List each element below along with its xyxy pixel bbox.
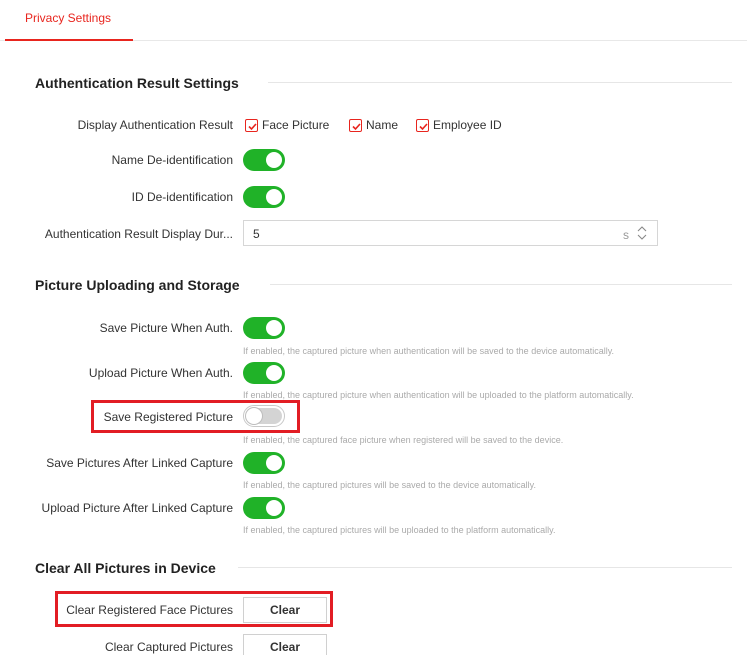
id-deid-toggle[interactable] xyxy=(243,186,285,208)
upload-picture-auth-hint: If enabled, the captured picture when au… xyxy=(243,390,634,400)
upload-linked-capture-hint: If enabled, the captured pictures will b… xyxy=(243,525,556,535)
toggle-knob xyxy=(266,189,282,205)
section-title-picture-uploading: Picture Uploading and Storage xyxy=(35,277,240,293)
tab-privacy-settings[interactable]: Privacy Settings xyxy=(5,0,133,41)
id-deid-label: ID De-identification xyxy=(131,190,233,204)
save-linked-capture-hint: If enabled, the captured pictures will b… xyxy=(243,480,537,490)
upload-picture-auth-label: Upload Picture When Auth. xyxy=(88,366,233,380)
save-linked-capture-toggle[interactable] xyxy=(243,452,285,474)
name-deid-label: Name De-identification xyxy=(111,153,233,167)
toggle-knob xyxy=(266,152,282,168)
toggle-knob xyxy=(266,365,282,381)
spinner-arrows-icon[interactable] xyxy=(636,223,648,243)
section-divider xyxy=(238,567,732,568)
checkbox-checked-icon xyxy=(245,118,258,132)
clear-captured-button[interactable]: Clear xyxy=(243,634,327,655)
checkbox-name[interactable]: Name xyxy=(349,118,398,132)
checkbox-employee-id[interactable]: Employee ID xyxy=(416,118,502,132)
upload-linked-capture-toggle[interactable] xyxy=(243,497,285,519)
section-title-authentication: Authentication Result Settings xyxy=(35,75,239,91)
display-duration-input[interactable]: 5 s xyxy=(243,220,658,246)
save-picture-auth-hint: If enabled, the captured picture when au… xyxy=(243,346,615,356)
upload-linked-capture-label: Upload Picture After Linked Capture xyxy=(41,501,233,515)
save-picture-auth-label: Save Picture When Auth. xyxy=(99,321,233,335)
display-auth-result-label: Display Authentication Result xyxy=(77,118,233,132)
highlight-box-save-registered xyxy=(91,400,300,433)
section-title-clear-pictures: Clear All Pictures in Device xyxy=(35,560,216,576)
checkbox-label: Name xyxy=(366,118,399,132)
duration-unit: s xyxy=(623,228,629,242)
name-deid-toggle[interactable] xyxy=(243,149,285,171)
checkbox-label: Face Picture xyxy=(262,118,330,132)
save-picture-auth-toggle[interactable] xyxy=(243,317,285,339)
checkbox-checked-icon xyxy=(349,118,362,132)
toggle-knob xyxy=(266,500,282,516)
duration-value: 5 xyxy=(253,227,260,241)
clear-captured-label: Clear Captured Pictures xyxy=(104,640,233,654)
toggle-knob xyxy=(266,320,282,336)
tab-bar: Privacy Settings xyxy=(0,0,747,41)
section-divider xyxy=(270,284,732,285)
section-divider xyxy=(268,82,732,83)
checkbox-checked-icon xyxy=(416,118,429,132)
save-linked-capture-label: Save Pictures After Linked Capture xyxy=(46,456,233,470)
upload-picture-auth-toggle[interactable] xyxy=(243,362,285,384)
save-registered-picture-hint: If enabled, the captured face picture wh… xyxy=(243,435,564,445)
toggle-knob xyxy=(266,455,282,471)
display-duration-label: Authentication Result Display Dur... xyxy=(44,227,233,241)
checkbox-label: Employee ID xyxy=(433,118,502,132)
highlight-box-clear-registered xyxy=(55,591,333,627)
checkbox-face-picture[interactable]: Face Picture xyxy=(245,118,329,132)
active-tab-indicator xyxy=(5,39,133,41)
